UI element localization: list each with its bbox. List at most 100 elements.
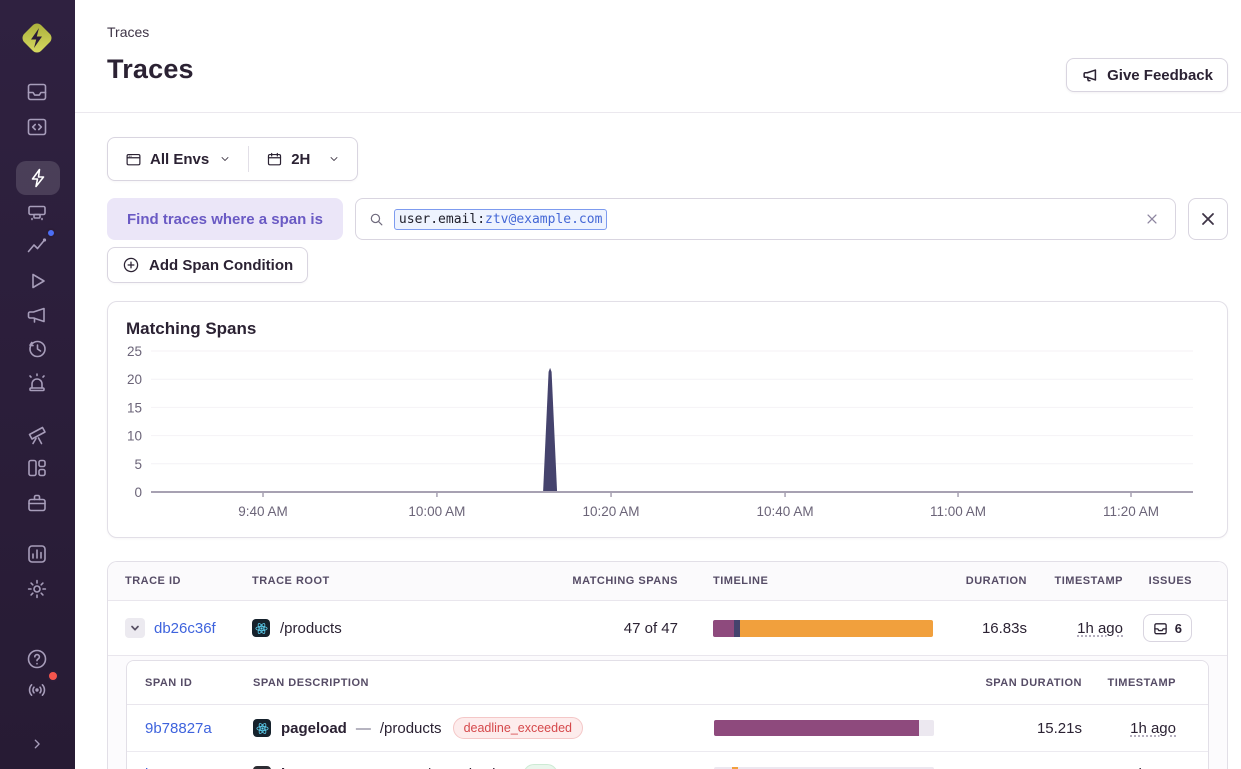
inbox-icon	[25, 80, 49, 104]
col-span-description: SPAN DESCRIPTION	[253, 677, 714, 689]
sidebar-item-insights[interactable]	[20, 229, 54, 263]
sentry-logo[interactable]	[18, 19, 56, 57]
archive-box-icon	[25, 491, 49, 515]
trace-issues-count: 6	[1175, 621, 1182, 636]
col-timeline: TIMELINE	[678, 575, 933, 587]
svg-text:11:00 AM: 11:00 AM	[930, 504, 986, 519]
gear-icon	[25, 577, 49, 601]
col-span-duration: SPAN DURATION	[934, 677, 1082, 689]
sidebar-item-settings[interactable]	[20, 572, 54, 606]
sidebar-item-archive[interactable]	[20, 486, 54, 520]
trace-issues-badge[interactable]: 6	[1143, 614, 1192, 642]
page-header: Traces Traces Give Feedback	[75, 0, 1241, 113]
time-period-label: 2H	[291, 151, 310, 168]
projector-icon	[25, 200, 49, 224]
plus-circle-icon	[122, 256, 140, 274]
svg-text:15: 15	[127, 400, 142, 415]
span-row: b7a7e441 N http.server — GET /organizati…	[127, 751, 1208, 769]
sidebar-item-releases[interactable]	[20, 418, 54, 452]
remove-condition-button[interactable]	[1188, 198, 1228, 240]
sidebar-item-replays[interactable]	[20, 332, 54, 366]
trace-id-link[interactable]: db26c36f	[154, 620, 216, 637]
search-token[interactable]: user.email:ztv@example.com	[394, 209, 608, 230]
col-matching-spans: MATCHING SPANS	[532, 575, 678, 587]
search-icon	[368, 211, 385, 228]
svg-text:5: 5	[134, 457, 142, 472]
span-search-input[interactable]: user.email:ztv@example.com	[355, 198, 1176, 240]
col-timestamp: TIMESTAMP	[1027, 575, 1123, 587]
node-platform-icon: N	[253, 766, 271, 769]
clear-search-button[interactable]	[1141, 208, 1163, 230]
span-row: 9b78827a page	[127, 705, 1208, 751]
sidebar-item-alerts[interactable]	[20, 366, 54, 400]
span-table: SPAN ID SPAN DESCRIPTION SPAN DURATION T…	[126, 660, 1209, 769]
expanded-trace-area: SPAN ID SPAN DESCRIPTION SPAN DURATION T…	[108, 655, 1227, 769]
chevron-down-icon	[328, 153, 340, 165]
chart-title: Matching Spans	[126, 319, 1209, 339]
history-clock-icon	[25, 337, 49, 361]
calendar-icon	[266, 151, 283, 168]
sidebar-item-explore[interactable]	[20, 110, 54, 144]
add-span-condition-button[interactable]: Add Span Condition	[107, 247, 308, 283]
col-span-timestamp: TIMESTAMP	[1082, 677, 1176, 689]
sidebar-item-traces[interactable]	[16, 161, 60, 195]
collapse-trace-button[interactable]	[125, 618, 145, 638]
window-icon	[125, 151, 142, 168]
give-feedback-label: Give Feedback	[1107, 67, 1213, 84]
environment-filter-label: All Envs	[150, 151, 209, 168]
span-timestamp[interactable]: 1h ago	[1130, 720, 1176, 737]
sidebar-item-performance[interactable]	[20, 264, 54, 298]
chevron-right-icon	[27, 734, 47, 754]
trace-timestamp[interactable]: 1h ago	[1077, 620, 1123, 637]
col-span-id: SPAN ID	[145, 677, 253, 689]
broadcast-icon	[25, 678, 49, 702]
chevron-down-icon	[219, 153, 231, 165]
col-duration: DURATION	[933, 575, 1027, 587]
breadcrumb[interactable]: Traces	[107, 24, 1228, 40]
sidebar-collapse-button[interactable]	[20, 727, 54, 761]
span-timeline-bar[interactable]	[714, 720, 934, 736]
span-status-badge: deadline_exceeded	[453, 717, 583, 739]
col-trace-id: TRACE ID	[125, 575, 252, 587]
span-duration: 15.21s	[934, 720, 1082, 737]
question-circle-icon	[25, 647, 49, 671]
sidebar-item-stats[interactable]	[20, 537, 54, 571]
matching-spans-count: 47 of 47	[532, 620, 678, 637]
megaphone-icon	[25, 303, 49, 327]
trace-timeline-bar[interactable]	[713, 620, 933, 637]
svg-text:20: 20	[127, 372, 142, 387]
telescope-icon	[25, 423, 49, 447]
time-period-filter[interactable]: 2H	[249, 138, 357, 180]
matching-spans-panel: Matching Spans 05101520259:40 AM10:00 AM…	[107, 301, 1228, 538]
svg-text:11:20 AM: 11:20 AM	[1103, 504, 1159, 519]
give-feedback-button[interactable]: Give Feedback	[1066, 58, 1228, 92]
sidebar-item-dashboards[interactable]	[20, 451, 54, 485]
span-id-link[interactable]: 9b78827a	[145, 720, 212, 737]
sidebar-item-broadcast[interactable]	[20, 673, 54, 707]
span-status-badge: ok	[523, 764, 558, 769]
search-token-value: ztv@example.com	[485, 212, 602, 227]
span-condition-row: Find traces where a span is user.email:z…	[107, 198, 1228, 240]
svg-text:0: 0	[134, 485, 142, 500]
environment-filter[interactable]: All Envs	[108, 138, 248, 180]
svg-text:10:20 AM: 10:20 AM	[583, 504, 640, 519]
span-description: /products	[380, 720, 442, 737]
traces-table-header: TRACE ID TRACE ROOT MATCHING SPANS TIMEL…	[108, 562, 1227, 601]
svg-text:10: 10	[127, 429, 142, 444]
svg-text:9:40 AM: 9:40 AM	[238, 504, 288, 519]
col-trace-root: TRACE ROOT	[252, 575, 532, 587]
notification-dot-blue	[46, 228, 56, 238]
sidebar-item-user-feedback[interactable]	[20, 298, 54, 332]
separator: —	[356, 720, 371, 737]
svg-text:10:00 AM: 10:00 AM	[408, 504, 465, 519]
react-platform-icon	[253, 719, 271, 737]
svg-text:10:40 AM: 10:40 AM	[757, 504, 814, 519]
sidebar-item-web-vitals[interactable]	[20, 195, 54, 229]
add-span-condition-label: Add Span Condition	[149, 257, 293, 274]
notification-dot-red	[47, 670, 59, 682]
matching-spans-chart[interactable]: 05101520259:40 AM10:00 AM10:20 AM10:40 A…	[108, 341, 1209, 526]
sidebar-item-issues[interactable]	[20, 75, 54, 109]
main-area: Traces Traces Give Feedback All Envs	[75, 0, 1241, 769]
span-table-header: SPAN ID SPAN DESCRIPTION SPAN DURATION T…	[127, 661, 1208, 705]
trace-duration: 16.83s	[933, 620, 1027, 637]
